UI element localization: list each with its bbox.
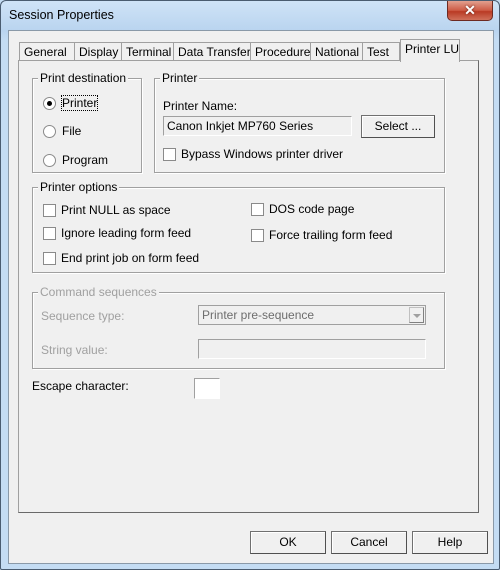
tab-general[interactable]: General: [19, 42, 75, 62]
chevron-down-icon: [409, 307, 424, 323]
print-destination-title: Print destination: [38, 71, 129, 85]
radio-printer-label[interactable]: Printer: [60, 95, 99, 111]
close-icon: ✕: [464, 2, 476, 18]
help-button[interactable]: Help: [412, 531, 488, 554]
tab-data-transfer[interactable]: Data Transfer: [173, 42, 252, 62]
dialog-client-area: General Display Terminal Data Transfer P…: [8, 30, 494, 564]
escape-character-field[interactable]: [194, 378, 220, 399]
sequence-type-value: Printer pre-sequence: [202, 308, 315, 322]
string-value-field: [198, 339, 426, 359]
dos-code-page-checkbox[interactable]: [251, 203, 264, 216]
dos-code-page-label[interactable]: DOS code page: [269, 202, 354, 216]
tab-test[interactable]: Test: [362, 42, 400, 62]
sequence-type-dropdown: Printer pre-sequence: [198, 305, 426, 325]
force-trailing-ff-label[interactable]: Force trailing form feed: [269, 228, 392, 242]
print-null-label[interactable]: Print NULL as space: [61, 203, 171, 217]
tab-display[interactable]: Display: [74, 42, 122, 62]
printer-lu-panel: Print destination Printer File Program P…: [18, 60, 479, 513]
radio-file-label[interactable]: File: [62, 124, 81, 138]
print-null-checkbox[interactable]: [43, 204, 56, 217]
select-printer-button[interactable]: Select ...: [361, 115, 435, 138]
escape-character-label: Escape character:: [32, 379, 129, 393]
tab-national[interactable]: National: [310, 42, 364, 62]
radio-program-label[interactable]: Program: [62, 153, 108, 167]
printer-group: Printer Printer Name: Canon Inkjet MP760…: [154, 71, 445, 173]
printer-group-title: Printer: [160, 71, 200, 85]
print-destination-group: Print destination Printer File Program: [32, 71, 142, 173]
bypass-driver-label[interactable]: Bypass Windows printer driver: [181, 147, 343, 161]
command-sequences-group: Command sequences Sequence type: Printer…: [32, 285, 445, 369]
close-button[interactable]: ✕: [447, 1, 493, 21]
radio-printer[interactable]: [43, 97, 56, 110]
force-trailing-ff-checkbox[interactable]: [251, 229, 264, 242]
printer-name-field[interactable]: Canon Inkjet MP760 Series: [163, 116, 352, 136]
printer-options-group: Printer options Print NULL as space Igno…: [32, 180, 445, 273]
string-value-label: String value:: [41, 343, 108, 357]
tab-printer-lu[interactable]: Printer LU: [400, 39, 460, 62]
ok-button[interactable]: OK: [250, 531, 326, 554]
ignore-leading-ff-label[interactable]: Ignore leading form feed: [61, 226, 191, 240]
tab-procedure[interactable]: Procedure: [250, 42, 312, 62]
printer-name-label: Printer Name:: [163, 99, 238, 113]
sequence-type-label: Sequence type:: [41, 309, 125, 323]
command-sequences-title: Command sequences: [38, 285, 159, 299]
tab-terminal[interactable]: Terminal: [121, 42, 175, 62]
radio-file[interactable]: [43, 125, 56, 138]
bypass-driver-checkbox[interactable]: [163, 148, 176, 161]
radio-program[interactable]: [43, 154, 56, 167]
session-properties-dialog: Session Properties ✕ General Display Ter…: [0, 0, 500, 570]
end-job-ff-checkbox[interactable]: [43, 252, 56, 265]
end-job-ff-label[interactable]: End print job on form feed: [61, 251, 199, 265]
cancel-button[interactable]: Cancel: [331, 531, 407, 554]
title-bar: Session Properties ✕: [1, 1, 499, 29]
ignore-leading-ff-checkbox[interactable]: [43, 227, 56, 240]
printer-options-title: Printer options: [38, 180, 120, 194]
radio-selected-dot: [47, 101, 52, 106]
window-title: Session Properties: [9, 8, 114, 22]
